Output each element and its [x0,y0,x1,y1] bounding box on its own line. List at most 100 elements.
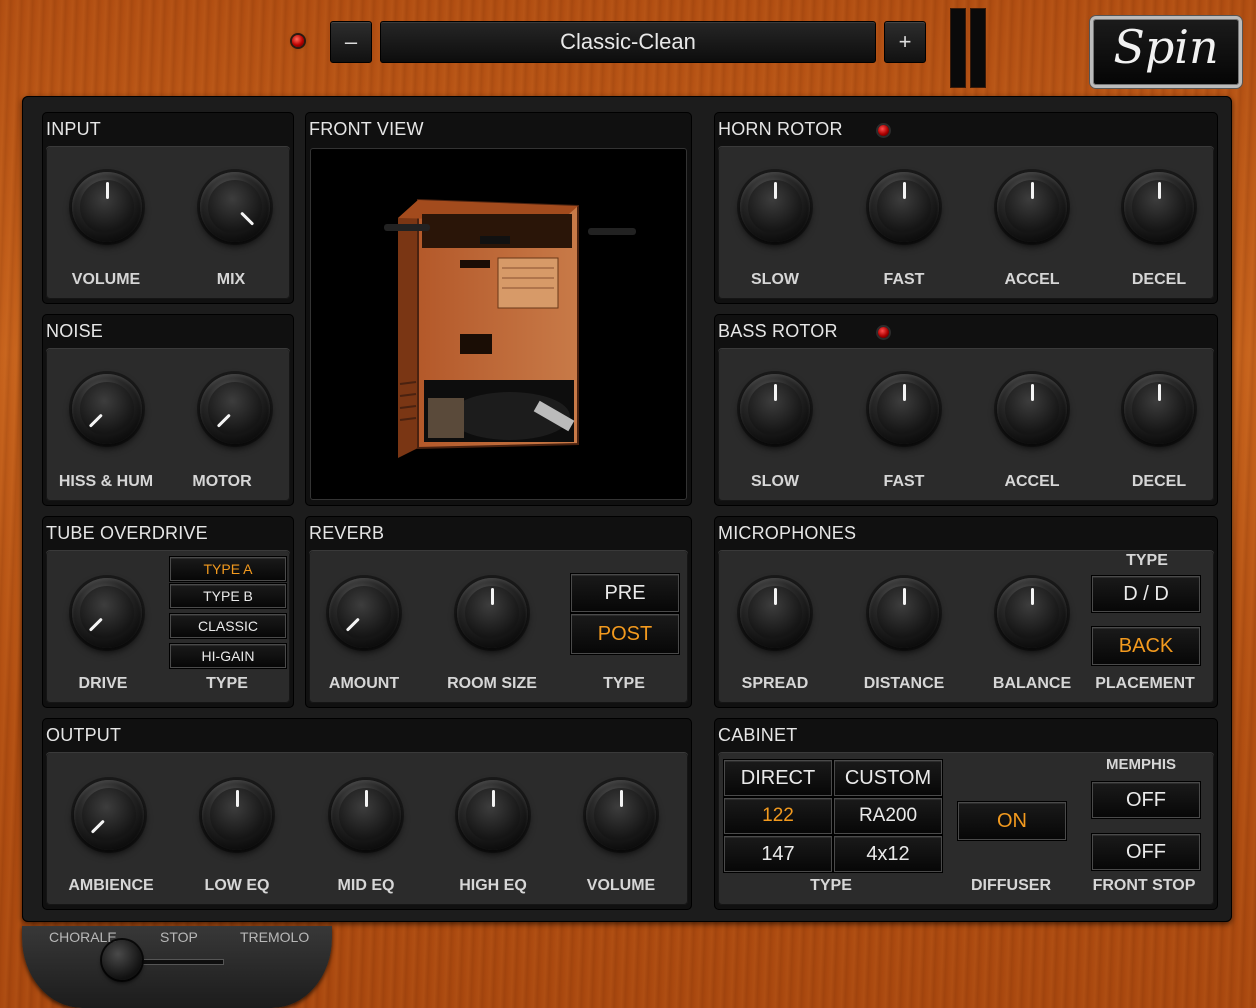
horn-decel-label: DECEL [1131,271,1187,288]
bass-decel-label: DECEL [1131,473,1187,490]
overdrive-type-b-button[interactable]: TYPE B [170,584,286,608]
microphones-title: MICROPHONES [718,523,857,543]
horn-rotor-led [878,125,889,136]
cabinet-147-button[interactable]: 147 [724,836,832,872]
reverb-post-button[interactable]: POST [571,614,679,654]
front-view-title: FRONT VIEW [309,119,424,139]
tremolo-label: TREMOLO [240,929,310,945]
horn-accel-knob[interactable] [997,172,1067,242]
hiss-hum-label: HISS & HUM [58,473,154,490]
preset-next-button[interactable]: + [884,21,926,63]
drive-label: DRIVE [78,675,128,692]
cabinet-ra200-button[interactable]: RA200 [834,798,942,834]
low-eq-knob[interactable] [202,780,272,850]
power-led [292,35,304,47]
horn-decel-knob[interactable] [1124,172,1194,242]
horn-accel-label: ACCEL [1004,271,1060,288]
cabinet-image [310,148,687,500]
motor-label: MOTOR [192,473,252,490]
bass-fast-knob[interactable] [869,374,939,444]
horn-slow-knob[interactable] [740,172,810,242]
input-volume-knob[interactable] [72,172,142,242]
output-volume-knob[interactable] [586,780,656,850]
bass-rotor-led [878,327,889,338]
memphis-button[interactable]: OFF [1092,782,1200,818]
reverb-pre-button[interactable]: PRE [571,574,679,612]
spin-logo: Spin [1090,16,1242,88]
output-section: OUTPUT AMBIENCE LOW EQ MID EQ HIGH EQ VO… [42,718,692,910]
overdrive-type-label: TYPE [206,675,248,692]
leslie-cabinet-illustration [384,198,636,458]
ambience-knob[interactable] [74,780,144,850]
low-eq-label: LOW EQ [204,877,270,894]
level-meter-right [970,8,986,88]
front-view-section: FRONT VIEW [305,112,692,506]
diffuser-button[interactable]: ON [958,802,1066,840]
diffuser-label: DIFFUSER [971,877,1051,894]
bass-accel-knob[interactable] [997,374,1067,444]
input-mix-knob[interactable] [200,172,270,242]
level-meter-left [950,8,966,88]
reverb-section: REVERB AMOUNT ROOM SIZE PRE POST TYPE [305,516,692,708]
cabinet-type-label: TYPE [810,877,852,894]
mic-placement-label: PLACEMENT [1095,675,1195,692]
memphis-label: MEMPHIS [1105,756,1176,773]
front-stop-button[interactable]: OFF [1092,834,1200,870]
mic-type-header: TYPE [1126,552,1168,569]
reverb-title: REVERB [309,523,385,543]
speed-switch-handle[interactable] [102,940,142,980]
cabinet-title: CABINET [718,725,798,745]
stop-label: STOP [160,929,198,945]
horn-fast-label: FAST [883,271,925,288]
motor-knob[interactable] [200,374,270,444]
output-volume-label: VOLUME [586,877,656,894]
high-eq-knob[interactable] [458,780,528,850]
mic-distance-label: DISTANCE [863,675,945,692]
preset-prev-button[interactable]: – [330,21,372,63]
mic-balance-knob[interactable] [997,578,1067,648]
overdrive-classic-button[interactable]: CLASSIC [170,614,286,638]
mic-spread-knob[interactable] [740,578,810,648]
reverb-room-size-label: ROOM SIZE [447,675,537,692]
bass-rotor-section: BASS ROTOR SLOW FAST ACCEL DECEL [714,314,1218,506]
mid-eq-knob[interactable] [331,780,401,850]
bass-slow-knob[interactable] [740,374,810,444]
input-volume-label: VOLUME [71,271,141,288]
overdrive-hi-gain-button[interactable]: HI-GAIN [170,644,286,668]
input-mix-label: MIX [216,271,246,288]
tube-overdrive-title: TUBE OVERDRIVE [46,523,208,543]
input-section: INPUT VOLUME MIX [42,112,294,304]
chorale-label: CHORALE [49,929,117,945]
input-title: INPUT [46,119,101,139]
horn-rotor-title: HORN ROTOR [718,119,843,139]
preset-name-display[interactable]: Classic-Clean [380,21,876,63]
mic-placement-button[interactable]: BACK [1092,627,1200,665]
mic-balance-label: BALANCE [992,675,1072,692]
cabinet-4x12-button[interactable]: 4x12 [834,836,942,872]
horn-fast-knob[interactable] [869,172,939,242]
horn-rotor-section: HORN ROTOR SLOW FAST ACCEL DECEL [714,112,1218,304]
front-stop-label: FRONT STOP [1092,877,1196,894]
reverb-amount-knob[interactable] [329,578,399,648]
ambience-label: AMBIENCE [68,877,154,894]
mic-spread-label: SPREAD [741,675,809,692]
reverb-amount-label: AMOUNT [328,675,400,692]
cabinet-direct-button[interactable]: DIRECT [724,760,832,796]
reverb-room-size-knob[interactable] [457,578,527,648]
mic-distance-knob[interactable] [869,578,939,648]
bass-slow-label: SLOW [751,473,799,490]
microphones-section: MICROPHONES SPREAD DISTANCE BALANCE TYPE… [714,516,1218,708]
output-title: OUTPUT [46,725,122,745]
cabinet-122-button[interactable]: 122 [724,798,832,834]
drive-knob[interactable] [72,578,142,648]
bass-decel-knob[interactable] [1124,374,1194,444]
overdrive-type-a-button[interactable]: TYPE A [170,557,286,581]
horn-slow-label: SLOW [751,271,799,288]
mic-type-button[interactable]: D / D [1092,576,1200,612]
noise-title: NOISE [46,321,104,341]
hiss-hum-knob[interactable] [72,374,142,444]
tube-overdrive-section: TUBE OVERDRIVE DRIVE TYPE A TYPE B CLASS… [42,516,294,708]
reverb-type-label: TYPE [603,675,645,692]
speed-switch-panel: CHORALE STOP TREMOLO [22,926,332,1008]
cabinet-custom-button[interactable]: CUSTOM [834,760,942,796]
